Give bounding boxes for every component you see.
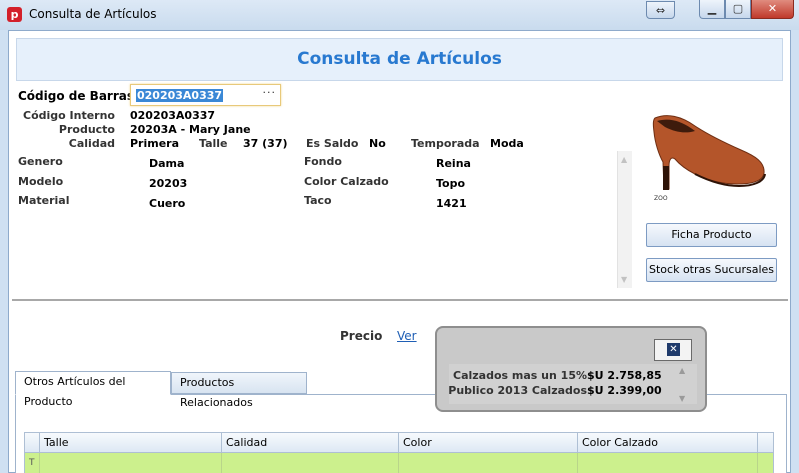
price-list-value: $U 2.758,85	[587, 369, 662, 382]
column-calidad[interactable]: Calidad	[221, 433, 398, 452]
window-title: Consulta de Artículos	[29, 7, 157, 21]
calidad-value: Primera	[130, 137, 180, 150]
column-talle[interactable]: Talle	[39, 433, 221, 452]
window-client-area: Consulta de Artículos Código de Barras 0…	[8, 30, 791, 473]
es-saldo-label: Es Saldo	[306, 137, 359, 150]
barcode-input[interactable]: 020203A0337 ···	[130, 84, 281, 106]
shoe-icon: ZOO	[652, 115, 766, 202]
material-value: Cuero	[149, 197, 186, 210]
details-scrollbar[interactable]: ▲ ▼	[617, 151, 632, 288]
tab-otros-articulos[interactable]: Otros Artículos del Producto	[15, 371, 171, 408]
filter-row[interactable]: T	[24, 453, 774, 473]
barcode-value: 020203A0337	[136, 89, 224, 102]
fondo-label: Fondo	[304, 155, 342, 168]
talle-value: 37 (37)	[243, 137, 288, 150]
articles-grid: Talle Calidad Color Color Calzado T	[24, 432, 774, 473]
filter-cell-calidad[interactable]	[221, 453, 222, 473]
price-popup: ✕ Calzados mas un 15% $U 2.758,85 Public…	[435, 326, 707, 412]
codigo-interno-value: 020203A0337	[130, 109, 216, 122]
close-icon[interactable]: ✕	[667, 343, 680, 356]
tab-productos-relacionados[interactable]: Productos Relacionados	[171, 372, 307, 409]
color-calzado-label: Color Calzado	[304, 175, 389, 188]
temporada-value: Moda	[490, 137, 524, 150]
price-list-scrollbar[interactable]: ▲ ▼	[676, 364, 691, 404]
modelo-label: Modelo	[18, 175, 64, 188]
scroll-down-icon[interactable]: ▼	[621, 275, 627, 284]
taco-label: Taco	[304, 194, 332, 207]
filter-cell-color[interactable]	[398, 453, 399, 473]
filter-cell-talle[interactable]	[39, 453, 40, 473]
product-image: ZOO	[649, 110, 772, 203]
barcode-label: Código de Barras	[18, 89, 134, 103]
taco-value: 1421	[436, 197, 467, 210]
calidad-label: Calidad	[68, 137, 115, 150]
codigo-interno-label: Código Interno	[23, 109, 115, 122]
column-spacer	[757, 433, 773, 452]
filter-icon[interactable]: T	[29, 458, 35, 468]
price-list-name: Calzados mas un 15%	[453, 369, 587, 382]
producto-value: 20203A - Mary Jane	[130, 123, 251, 136]
title-bar: p Consulta de Artículos ⇔ ▁ ▢ ✕	[0, 0, 799, 30]
temporada-label: Temporada	[411, 137, 480, 150]
modelo-value: 20203	[149, 177, 188, 190]
ellipsis-button[interactable]: ···	[263, 86, 277, 99]
color-calzado-value: Topo	[436, 177, 466, 190]
ficha-producto-button[interactable]: Ficha Producto	[646, 223, 777, 247]
es-saldo-value: No	[369, 137, 386, 150]
svg-text:ZOO: ZOO	[654, 195, 668, 202]
fondo-value: Reina	[436, 157, 471, 170]
app-logo-icon: p	[7, 7, 22, 22]
maximize-icon[interactable]: ▢	[725, 0, 751, 19]
minimize-icon[interactable]: ▁	[699, 0, 725, 19]
header-banner: Consulta de Artículos	[16, 38, 783, 81]
material-label: Material	[18, 194, 70, 207]
restore-icon[interactable]: ⇔	[646, 1, 675, 19]
genero-label: Genero	[18, 155, 63, 168]
page-title: Consulta de Artículos	[297, 49, 502, 69]
price-list-name: Publico 2013 Calzados	[448, 384, 587, 397]
talle-label: Talle	[199, 137, 228, 150]
section-divider	[12, 299, 788, 301]
stock-sucursales-button[interactable]: Stock otras Sucursales	[646, 258, 777, 282]
close-icon[interactable]: ✕	[751, 0, 794, 19]
scroll-up-icon[interactable]: ▲	[679, 366, 685, 375]
column-color-calzado[interactable]: Color Calzado	[577, 433, 757, 452]
column-color[interactable]: Color	[398, 433, 577, 452]
grid-header: Talle Calidad Color Color Calzado	[24, 432, 774, 453]
popup-close-button[interactable]: ✕	[654, 339, 692, 361]
producto-label: Producto	[58, 123, 115, 136]
price-list-value: $U 2.399,00	[587, 384, 662, 397]
price-list: Calzados mas un 15% $U 2.758,85 Publico …	[448, 364, 697, 404]
genero-value: Dama	[149, 157, 185, 170]
scroll-down-icon[interactable]: ▼	[679, 394, 685, 403]
precio-ver-link[interactable]: Ver	[397, 329, 417, 343]
filter-cell-color-calzado[interactable]	[577, 453, 578, 473]
filter-cell-spacer	[757, 453, 758, 473]
precio-label: Precio	[340, 329, 383, 343]
scroll-up-icon[interactable]: ▲	[621, 155, 627, 164]
window-border	[791, 30, 799, 473]
